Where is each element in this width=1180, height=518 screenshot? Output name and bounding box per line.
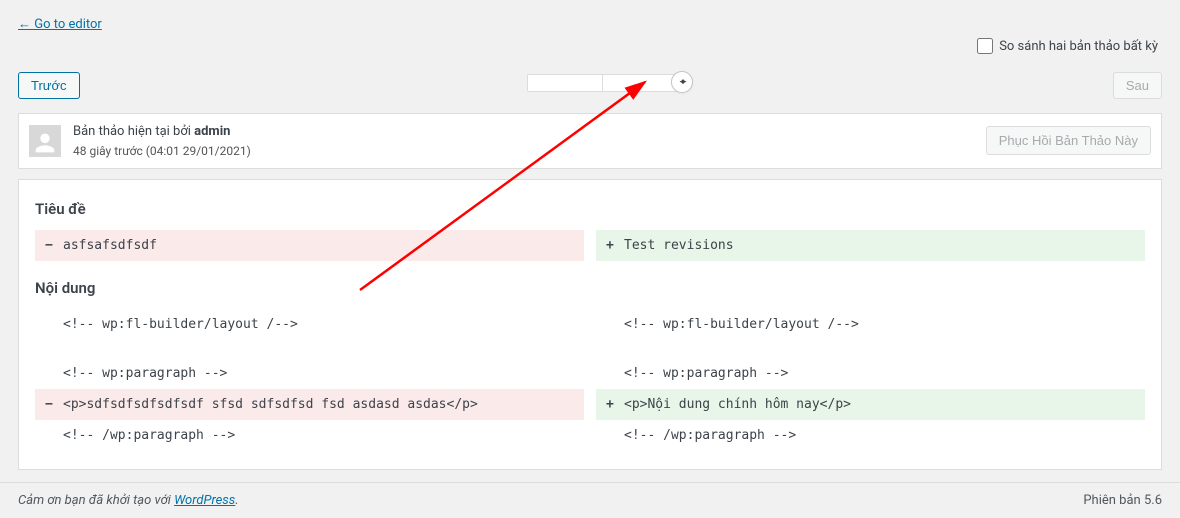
slider-segment[interactable] (528, 75, 603, 91)
restore-revision-button: Phục Hồi Bản Thảo Này (986, 126, 1151, 155)
diff-added-line: Test revisions (596, 230, 1145, 261)
wordpress-link[interactable]: WordPress (174, 493, 235, 508)
prev-button[interactable]: Trước (18, 72, 80, 99)
compare-label: So sánh hai bản thảo bất kỳ (999, 39, 1158, 54)
revision-time-line: 48 giây trước (04:01 29/01/2021) (73, 142, 974, 160)
diff-removed-line: asfsafsdfsdf (35, 230, 584, 261)
go-to-editor-link[interactable]: ← Go to editor (18, 16, 102, 32)
diff-added-line: <p>Nội dung chính hôm nay</p> (596, 389, 1145, 420)
diff-context-line: <!-- wp:paragraph --> (596, 358, 1145, 389)
revision-author-line: Bản thảo hiện tại bởi admin (73, 122, 974, 142)
diff-context-line: <!-- /wp:paragraph --> (596, 420, 1145, 451)
slider-segment[interactable] (603, 75, 678, 91)
diff-context-line: <!-- wp:fl-builder/layout /--> (596, 309, 1145, 340)
diff-context-line: <!-- /wp:paragraph --> (35, 420, 584, 451)
person-icon (31, 129, 59, 157)
diff-removed-line: <p>sdfsdfsdfsdfsdf sfsd sdfsdfsd fsd asd… (35, 389, 584, 420)
revision-meta-box: Bản thảo hiện tại bởi admin 48 giây trướ… (18, 113, 1162, 169)
compare-any-two-row[interactable]: So sánh hai bản thảo bất kỳ (977, 38, 1158, 54)
version-text: Phiên bản 5.6 (1083, 493, 1162, 508)
diff-title-heading: Tiêu đề (19, 192, 1161, 230)
footer-thanks-text: Cảm ơn bạn đã khởi tạo với (18, 493, 174, 508)
slider-handle[interactable]: ◂▸ (671, 71, 693, 93)
diff-context-line: <!-- wp:paragraph --> (35, 358, 584, 389)
next-button: Sau (1113, 72, 1162, 99)
slider-track[interactable] (527, 74, 679, 92)
revision-slider[interactable]: ◂▸ (527, 74, 679, 92)
diff-container: Tiêu đề asfsafsdfsdf Test revisions Nội … (18, 179, 1162, 470)
diff-content-heading: Nội dung (19, 261, 1161, 309)
admin-footer: Cảm ơn bạn đã khởi tạo với WordPress. Ph… (0, 482, 1180, 518)
compare-checkbox[interactable] (977, 38, 993, 54)
avatar (29, 125, 61, 157)
diff-context-line: <!-- wp:fl-builder/layout /--> (35, 309, 584, 340)
